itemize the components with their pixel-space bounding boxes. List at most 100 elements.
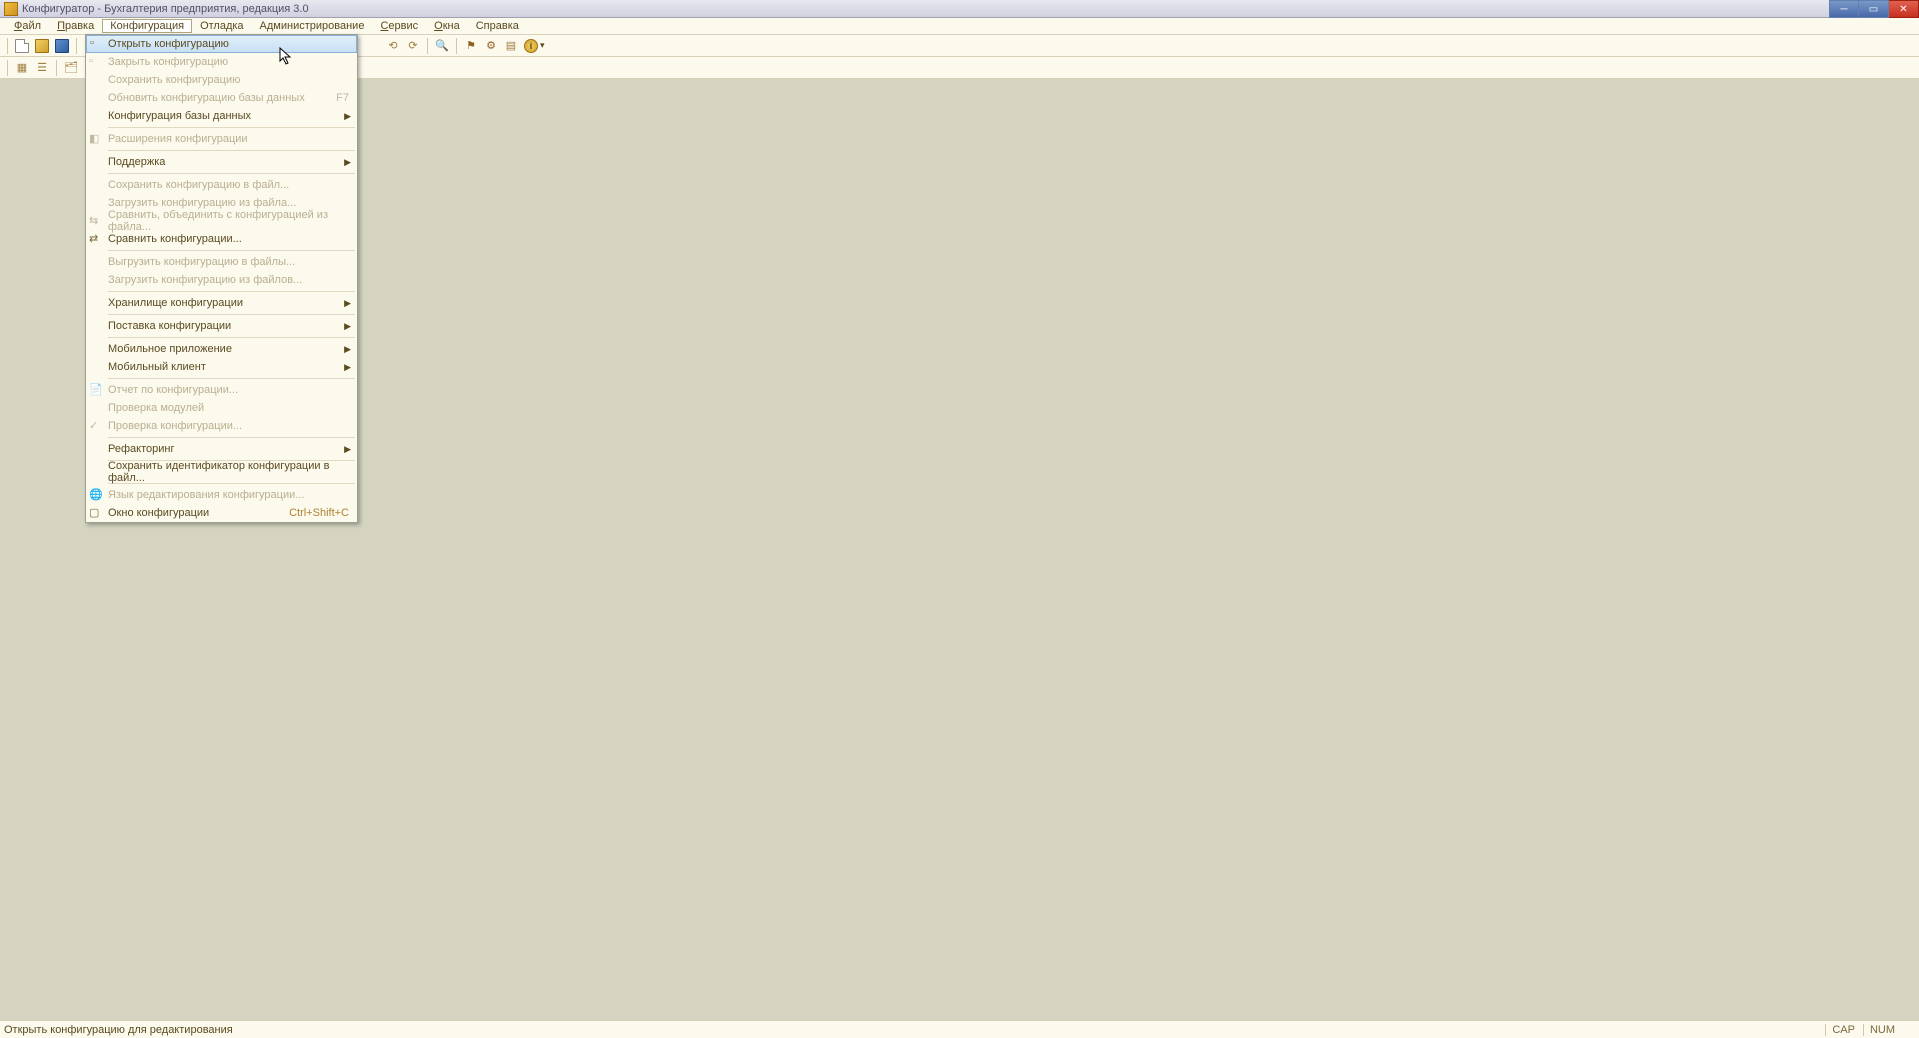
menu-item-label: Обновить конфигурацию базы данных bbox=[108, 92, 305, 104]
menu-item-label: Сравнить конфигурации... bbox=[108, 233, 242, 245]
menu-item-label: Мобильный клиент bbox=[108, 361, 206, 373]
save-button[interactable] bbox=[53, 37, 71, 55]
doc-icon: ▫ bbox=[90, 37, 104, 51]
menu-item-label: Отчет по конфигурации... bbox=[108, 384, 238, 396]
panel-icon: ▦ bbox=[17, 61, 27, 74]
menu-item-label: Выгрузить конфигурацию в файлы... bbox=[108, 256, 295, 268]
menu-item-label: Сохранить конфигурацию в файл... bbox=[108, 179, 289, 191]
menu-item-16: Загрузить конфигурацию из файлов... bbox=[86, 271, 357, 289]
menu-item-2: Сохранить конфигурацию bbox=[86, 71, 357, 89]
doc-x-icon: ▫ bbox=[89, 55, 103, 69]
menu-item-12: ⇆Сравнить, объединить с конфигурацией из… bbox=[86, 212, 357, 230]
tool-btn-3[interactable]: ▤ bbox=[502, 37, 520, 55]
menu-item-22[interactable]: Мобильное приложение▶ bbox=[86, 340, 357, 358]
undo-icon: ⟲ bbox=[388, 39, 397, 52]
tb2-btn-1[interactable]: ▦ bbox=[13, 59, 31, 77]
flag-icon: ⚑ bbox=[466, 39, 476, 52]
window-icon: ▢ bbox=[89, 506, 103, 520]
menu-item-label: Загрузить конфигурацию из файлов... bbox=[108, 274, 302, 286]
help-button[interactable]: i bbox=[522, 37, 540, 55]
check-icon: ✓ bbox=[89, 419, 103, 433]
lang-icon: 🌐 bbox=[89, 488, 103, 502]
menu-separator bbox=[108, 250, 355, 251]
menu-item-label: Рефакторинг bbox=[108, 443, 174, 455]
submenu-arrow-icon: ▶ bbox=[344, 111, 351, 122]
compare-icon: ⇄ bbox=[89, 232, 103, 246]
menu-item-33: 🌐Язык редактирования конфигурации... bbox=[86, 486, 357, 504]
menu-separator bbox=[108, 291, 355, 292]
menu-separator bbox=[108, 378, 355, 379]
merge-icon: ⇆ bbox=[89, 214, 103, 228]
menu-правка[interactable]: Правка bbox=[49, 19, 102, 33]
menu-item-1: ▫ Закрыть конфигурацию bbox=[86, 53, 357, 71]
caps-indicator: CAP bbox=[1825, 1024, 1861, 1036]
close-button[interactable]: ✕ bbox=[1889, 0, 1919, 18]
tb2-btn-3[interactable]: 🗂 bbox=[62, 59, 80, 77]
dropdown-indicator[interactable]: ▾ bbox=[540, 40, 545, 51]
menu-item-20[interactable]: Поставка конфигурации▶ bbox=[86, 317, 357, 335]
menu-item-3: Обновить конфигурацию базы данных F7 bbox=[86, 89, 357, 107]
menu-item-label: Конфигурация базы данных bbox=[108, 110, 251, 122]
menu-item-10: Сохранить конфигурацию в файл... bbox=[86, 176, 357, 194]
menu-separator bbox=[108, 337, 355, 338]
menu-администрирование[interactable]: Администрирование bbox=[252, 19, 373, 33]
new-button[interactable] bbox=[13, 37, 31, 55]
menu-item-label: Поддержка bbox=[108, 156, 165, 168]
submenu-arrow-icon: ▶ bbox=[344, 344, 351, 355]
menu-item-4[interactable]: Конфигурация базы данных ▶ bbox=[86, 107, 357, 125]
menu-файл[interactable]: Файл bbox=[6, 19, 49, 33]
menu-отладка[interactable]: Отладка bbox=[192, 19, 251, 33]
menu-item-6: ◧ Расширения конфигурации bbox=[86, 130, 357, 148]
menu-конфигурация[interactable]: Конфигурация bbox=[102, 19, 192, 33]
menu-shortcut: F7 bbox=[336, 92, 349, 104]
submenu-arrow-icon: ▶ bbox=[344, 444, 351, 455]
open-button[interactable] bbox=[33, 37, 51, 55]
menu-item-label: Хранилище конфигурации bbox=[108, 297, 243, 309]
undo-button[interactable]: ⟲ bbox=[384, 37, 402, 55]
menu-item-34[interactable]: ▢ Окно конфигурации Ctrl+Shift+C bbox=[86, 504, 357, 522]
menu-item-27: ✓ Проверка конфигурации... bbox=[86, 417, 357, 435]
menu-справка[interactable]: Справка bbox=[468, 19, 527, 33]
menu-item-label: Проверка модулей bbox=[108, 402, 204, 414]
submenu-arrow-icon: ▶ bbox=[344, 157, 351, 168]
menu-item-label: Окно конфигурации bbox=[108, 507, 209, 519]
menu-item-13[interactable]: ⇄ Сравнить конфигурации... bbox=[86, 230, 357, 248]
menu-separator bbox=[108, 314, 355, 315]
menu-окна[interactable]: Окна bbox=[426, 19, 468, 33]
menu-item-31[interactable]: Сохранить идентификатор конфигурации в ф… bbox=[86, 463, 357, 481]
menu-item-label: Сохранить конфигурацию bbox=[108, 74, 240, 86]
redo-button[interactable]: ⟳ bbox=[404, 37, 422, 55]
menu-item-label: Расширения конфигурации bbox=[108, 133, 248, 145]
menu-separator bbox=[108, 150, 355, 151]
maximize-button[interactable]: ▭ bbox=[1859, 0, 1889, 18]
menu-item-label: Открыть конфигурацию bbox=[108, 38, 229, 50]
find-button[interactable]: 🔍 bbox=[433, 37, 451, 55]
menu-separator bbox=[108, 437, 355, 438]
tb2-btn-2[interactable]: ☰ bbox=[33, 59, 51, 77]
config-icon: ⚙ bbox=[486, 39, 496, 52]
menu-item-29[interactable]: Рефакторинг ▶ bbox=[86, 440, 357, 458]
titlebar: Конфигуратор - Бухгалтерия предприятия, … bbox=[0, 0, 1919, 18]
menu-item-18[interactable]: Хранилище конфигурации ▶ bbox=[86, 294, 357, 312]
menu-item-0[interactable]: ▫ Открыть конфигурацию bbox=[86, 35, 357, 53]
menu-separator bbox=[108, 173, 355, 174]
tool-btn-1[interactable]: ⚑ bbox=[462, 37, 480, 55]
find-icon: 🔍 bbox=[435, 39, 449, 52]
redo-icon: ⟳ bbox=[408, 39, 417, 52]
menu-item-label: Загрузить конфигурацию из файла... bbox=[108, 197, 296, 209]
tool-btn-2[interactable]: ⚙ bbox=[482, 37, 500, 55]
menu-item-23[interactable]: Мобильный клиент▶ bbox=[86, 358, 357, 376]
help-icon: i bbox=[524, 39, 538, 53]
app-icon bbox=[4, 2, 18, 16]
menu-item-label: Закрыть конфигурацию bbox=[108, 56, 228, 68]
submenu-arrow-icon: ▶ bbox=[344, 298, 351, 309]
list-icon: ☰ bbox=[37, 61, 47, 74]
menu-item-25: 📄Отчет по конфигурации... bbox=[86, 381, 357, 399]
menu-сервис[interactable]: Сервис bbox=[372, 19, 426, 33]
menu-item-26: Проверка модулей bbox=[86, 399, 357, 417]
menu-item-label: Проверка конфигурации... bbox=[108, 420, 242, 432]
menu-item-8[interactable]: Поддержка ▶ bbox=[86, 153, 357, 171]
ext-icon: ◧ bbox=[89, 132, 103, 146]
minimize-button[interactable]: ─ bbox=[1829, 0, 1859, 18]
menu-shortcut: Ctrl+Shift+C bbox=[289, 507, 349, 519]
